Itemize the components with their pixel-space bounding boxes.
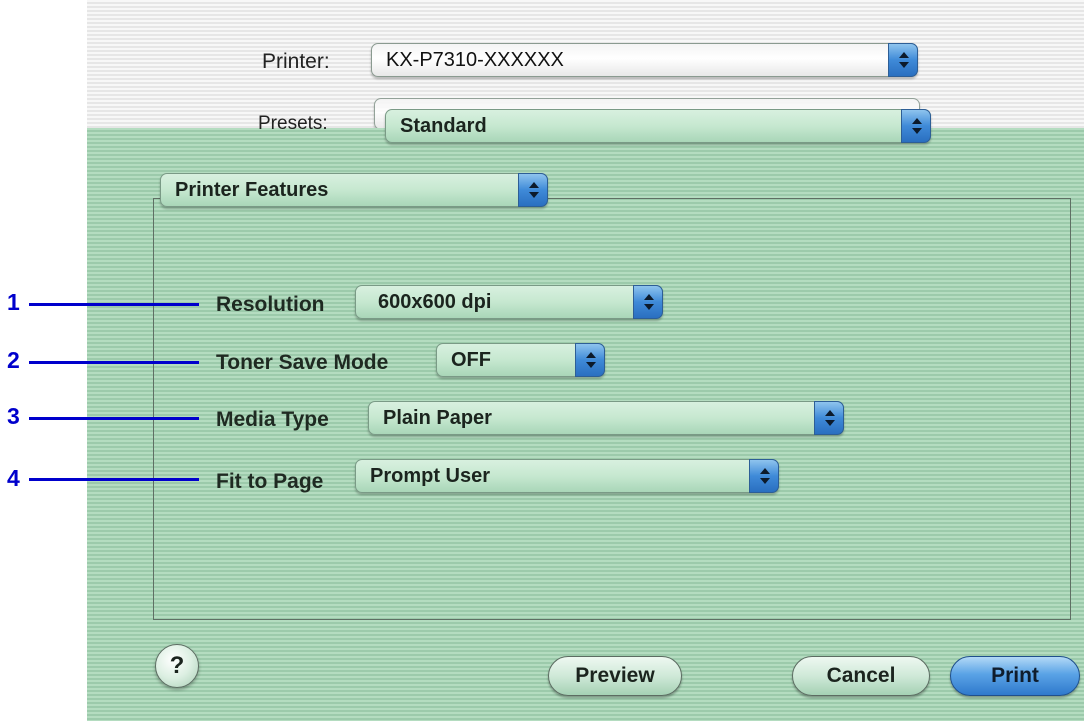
media-type-value: Plain Paper <box>383 407 492 429</box>
resolution-value: 600x600 dpi <box>378 291 492 313</box>
chevron-updown-icon <box>633 285 663 319</box>
callout-number: 4 <box>7 465 20 491</box>
print-button[interactable]: Print <box>950 656 1080 696</box>
callout-number: 2 <box>7 347 20 373</box>
presets-label: Presets: <box>258 113 328 134</box>
callout-number: 1 <box>7 289 20 315</box>
printer-popup[interactable]: KX-P7310-XXXXXX <box>371 43 918 77</box>
cancel-button[interactable]: Cancel <box>792 656 930 696</box>
toner-save-mode-label: Toner Save Mode <box>216 351 389 374</box>
toner-save-mode-popup[interactable]: OFF <box>436 343 605 377</box>
resolution-popup[interactable]: 600x600 dpi <box>355 285 663 319</box>
help-button[interactable]: ? <box>155 644 199 688</box>
media-type-popup[interactable]: Plain Paper <box>368 401 844 435</box>
callout-line <box>29 303 199 306</box>
toner-save-mode-value: OFF <box>451 349 491 371</box>
chevron-updown-icon <box>575 343 605 377</box>
fit-to-page-value: Prompt User <box>370 465 491 487</box>
presets-popup[interactable]: Standard <box>385 109 931 143</box>
callout-line <box>29 417 199 420</box>
panel-select-popup[interactable]: Printer Features <box>160 173 548 207</box>
fit-to-page-popup[interactable]: Prompt User <box>355 459 779 493</box>
preview-button[interactable]: Preview <box>548 656 682 696</box>
panel-select-value: Printer Features <box>175 179 329 201</box>
chevron-updown-icon <box>888 43 918 77</box>
printer-label: Printer: <box>262 50 330 73</box>
chevron-updown-icon <box>749 459 779 493</box>
chevron-updown-icon <box>518 173 548 207</box>
presets-value: Standard <box>400 115 487 137</box>
chevron-updown-icon <box>814 401 844 435</box>
chevron-updown-icon <box>901 109 931 143</box>
fit-to-page-label: Fit to Page <box>216 470 324 493</box>
callout-line <box>29 478 199 481</box>
callout-number: 3 <box>7 403 20 429</box>
media-type-label: Media Type <box>216 408 329 431</box>
resolution-label: Resolution <box>216 293 325 316</box>
printer-value: KX-P7310-XXXXXX <box>386 49 564 71</box>
callout-line <box>29 361 199 364</box>
